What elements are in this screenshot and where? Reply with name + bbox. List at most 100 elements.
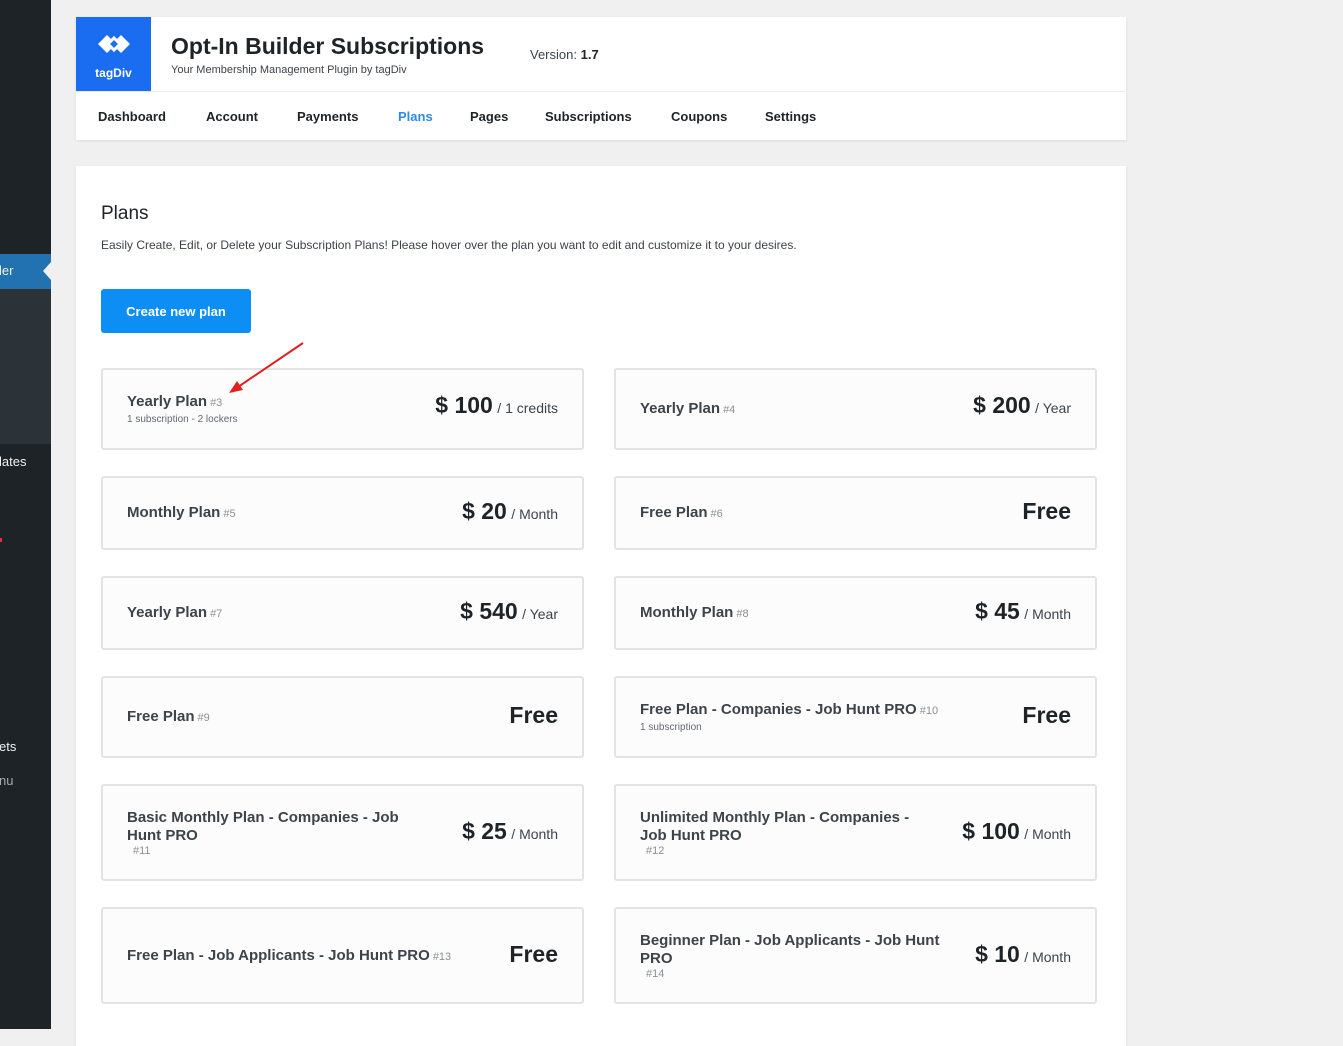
plan-price: $ 45 / Month (975, 598, 1071, 625)
plan-price: $ 25 / Month (462, 818, 558, 845)
plan-name: Free Plan - Job Applicants - Job Hunt PR… (127, 947, 451, 966)
price-amount: $ 100 (435, 392, 493, 418)
plan-id: #10 (919, 705, 939, 717)
plan-name: Yearly Plan #3 (127, 393, 222, 412)
plan-name: Free Plan - Companies - Job Hunt PRO #10 (640, 701, 938, 720)
tab-subscriptions[interactable]: Subscriptions (545, 109, 632, 124)
version-info: Version: 1.7 (530, 47, 599, 62)
plan-id: #6 (710, 508, 723, 520)
tab-account[interactable]: Account (206, 109, 258, 124)
plan-name: Monthly Plan #8 (640, 604, 749, 623)
page-title: Plans (101, 203, 149, 224)
price-period: / Month (511, 826, 558, 842)
plan-id: #8 (736, 608, 749, 620)
plan-id: #13 (432, 951, 452, 963)
plan-card-4[interactable]: Yearly Plan #4 $ 200 / Year (614, 368, 1097, 450)
version-value: 1.7 (580, 47, 599, 62)
sidebar-submenu (0, 289, 51, 444)
plan-title: Free Plan (127, 708, 195, 725)
price-free: Free (509, 941, 558, 967)
plan-meta: 1 subscription (640, 722, 702, 733)
plan-title: Monthly Plan (127, 504, 221, 521)
plan-price: $ 100 / Month (962, 818, 1071, 845)
annotation-arrow-icon (229, 342, 304, 393)
plan-title: Yearly Plan (127, 604, 208, 621)
plan-card-7[interactable]: Yearly Plan #7 $ 540 / Year (101, 576, 584, 650)
plan-id: #9 (197, 712, 210, 724)
price-period: / 1 credits (497, 400, 558, 416)
plan-title: Free Plan (640, 504, 708, 521)
sidebar-item-label[interactable]: ets (0, 739, 16, 754)
price-period: / Month (511, 506, 558, 522)
tab-payments[interactable]: Payments (297, 109, 358, 124)
price-period: / Month (1024, 606, 1071, 622)
plan-name: Free Plan #9 (127, 708, 210, 727)
plan-card-3[interactable]: Yearly Plan #3 1 subscription - 2 lockers… (101, 368, 584, 450)
plan-id: #4 (723, 404, 736, 416)
tab-plans[interactable]: Plans (398, 109, 433, 124)
plugin-header: tagDiv Opt-In Builder Subscriptions Your… (76, 17, 1126, 140)
price-period: / Month (1024, 826, 1071, 842)
plan-price: Free (509, 941, 558, 968)
plan-name: Basic Monthly Plan - Companies - Job Hun… (127, 809, 399, 844)
plugin-nav: Dashboard Account Payments Plans Pages S… (76, 91, 1126, 141)
create-new-plan-button[interactable]: Create new plan (101, 289, 251, 333)
plan-title: Monthly Plan (640, 604, 734, 621)
plan-name: Yearly Plan #7 (127, 604, 222, 623)
logo-icon (98, 35, 130, 53)
price-amount: $ 25 (462, 818, 507, 844)
tab-dashboard[interactable]: Dashboard (98, 109, 166, 124)
logo-text: tagDiv (95, 66, 132, 80)
plan-name: Yearly Plan #4 (640, 400, 735, 419)
plan-card-10[interactable]: Free Plan - Companies - Job Hunt PRO #10 … (614, 676, 1097, 758)
plan-id: #11 (133, 845, 151, 857)
plan-card-14[interactable]: Beginner Plan - Job Applicants - Job Hun… (614, 907, 1097, 1004)
admin-sidebar: ler lates ets nu (0, 0, 51, 1029)
sidebar-item-label[interactable]: ler (0, 263, 13, 278)
price-amount: $ 100 (962, 818, 1020, 844)
price-free: Free (1022, 498, 1071, 524)
plan-name: Beginner Plan - Job Applicants - Job Hun… (640, 932, 940, 967)
price-amount: $ 540 (460, 598, 518, 624)
plan-card-11[interactable]: Basic Monthly Plan - Companies - Job Hun… (101, 784, 584, 881)
plan-id: #3 (210, 397, 223, 409)
plan-card-6[interactable]: Free Plan #6 Free (614, 476, 1097, 550)
price-amount: $ 45 (975, 598, 1020, 624)
price-amount: $ 200 (973, 392, 1031, 418)
plan-id: #7 (210, 608, 223, 620)
sidebar-active-indicator (43, 262, 51, 280)
plan-name: Unlimited Monthly Plan - Companies - Job… (640, 809, 910, 844)
price-free: Free (509, 702, 558, 728)
plan-price: $ 10 / Month (975, 941, 1071, 968)
plan-title: Yearly Plan (640, 400, 721, 417)
tab-pages[interactable]: Pages (470, 109, 508, 124)
plan-name: Monthly Plan #5 (127, 504, 236, 523)
sidebar-notification-mark (0, 538, 2, 542)
tab-coupons[interactable]: Coupons (671, 109, 727, 124)
plan-card-5[interactable]: Monthly Plan #5 $ 20 / Month (101, 476, 584, 550)
plan-id: #14 (646, 968, 665, 980)
page-description: Easily Create, Edit, or Delete your Subs… (101, 238, 797, 252)
plan-price: $ 100 / 1 credits (435, 392, 558, 419)
price-period: / Month (1024, 949, 1071, 965)
plan-card-9[interactable]: Free Plan #9 Free (101, 676, 584, 758)
app-title: Opt-In Builder Subscriptions (171, 33, 485, 59)
price-period: / Year (1035, 400, 1071, 416)
price-amount: $ 10 (975, 941, 1020, 967)
plan-title: Yearly Plan (127, 393, 208, 410)
sidebar-item-label[interactable]: lates (0, 454, 26, 469)
app-subtitle: Your Membership Management Plugin by tag… (171, 64, 407, 76)
plans-panel: Plans Easily Create, Edit, or Delete you… (76, 166, 1126, 1046)
plan-price: Free (1022, 702, 1071, 729)
plan-price: Free (1022, 498, 1071, 525)
plan-card-12[interactable]: Unlimited Monthly Plan - Companies - Job… (614, 784, 1097, 881)
sidebar-item-label[interactable]: nu (0, 773, 13, 788)
plan-price: Free (509, 702, 558, 729)
price-free: Free (1022, 702, 1071, 728)
tab-settings[interactable]: Settings (765, 109, 816, 124)
plan-title: Free Plan - Companies - Job Hunt PRO (640, 701, 917, 718)
plan-card-13[interactable]: Free Plan - Job Applicants - Job Hunt PR… (101, 907, 584, 1004)
version-label: Version: (530, 47, 577, 62)
price-amount: $ 20 (462, 498, 507, 524)
plan-card-8[interactable]: Monthly Plan #8 $ 45 / Month (614, 576, 1097, 650)
